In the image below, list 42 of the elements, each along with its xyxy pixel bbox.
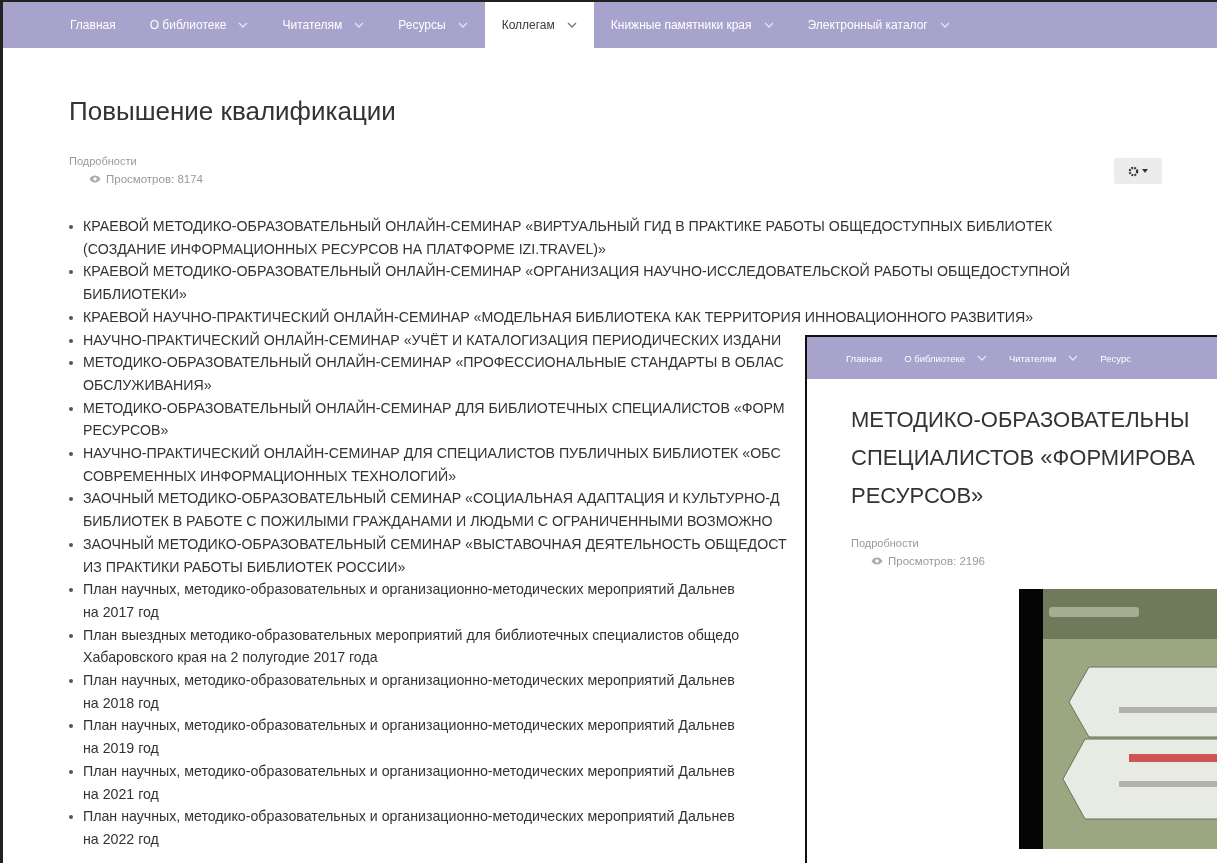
gear-icon xyxy=(1128,165,1139,177)
page-title: Повышение квалификации xyxy=(69,96,397,127)
list-link[interactable]: КРАЕВОЙ МЕТОДИКО-ОБРАЗОВАТЕЛЬНЫЙ ОНЛАЙН-СЕМИНАР «ОРГАНИЗАЦИЯ НАУЧНО-ИССЛЕДОВАТЕЛЬСКОЙ РАБОТЫ ОБЩЕДОСТУПНОЙ БИБЛИОТЕКИ» xyxy=(83,260,1070,306)
bullet-icon xyxy=(69,724,73,729)
details-label: Подробности xyxy=(851,537,920,549)
list-link[interactable]: НАУЧНО-ПРАКТИЧЕСКИЙ ОНЛАЙН-СЕМИНАР ДЛЯ СПЕЦИАЛИСТОВ ПУБЛИЧНЫХ БИБЛИОТЕК «ОБС СОВРЕМЕННЫХ ИНФОРМАЦИОННЫХ ТЕХНОЛОГИЙ» xyxy=(83,442,781,488)
list-link[interactable]: МЕТОДИКО-ОБРАЗОВАТЕЛЬНЫЙ ОНЛАЙН-СЕМИНАР ДЛЯ БИБЛИОТЕЧНЫХ СПЕЦИАЛИСТОВ «ФОРМ РЕСУРСОВ» xyxy=(83,396,785,443)
caret-icon xyxy=(1142,169,1148,173)
list-link[interactable]: НАУЧНО-ПРАКТИЧЕСКИЙ ОНЛАЙН-СЕМИНАР «УЧЁТ И КАТАЛОГИЗАЦИЯ ПЕРИОДИЧЕСКИХ ИЗДАНИ xyxy=(83,328,782,352)
list-link[interactable]: План научных, методико-образовательных и организационно-методических мероприятий Дальнев на 2022 год xyxy=(83,805,735,851)
list-link[interactable]: ЗАОЧНЫЙ МЕТОДИКО-ОБРАЗОВАТЕЛЬНЫЙ СЕМИНАР «СОЦИАЛЬНАЯ АДАПТАЦИЯ И КУЛЬТУРНО-Д БИБЛИОТЕК В РАБОТЕ С ПОЖИЛЫМИ ГРАЖДАНАМИ И ЛЮДЬМИ С ОГРАНИЧЕННЫМИ ВОЗМОЖНО xyxy=(83,487,780,533)
bullet-icon xyxy=(69,452,73,457)
bullet-icon xyxy=(69,679,73,684)
bullet-icon xyxy=(69,497,73,502)
list-link[interactable]: План научных, методико-образовательных и организационно-методических мероприятий Дальнев на 2017 год xyxy=(83,578,735,624)
list-link[interactable]: КРАЕВОЙ НАУЧНО-ПРАКТИЧЕСКИЙ ОНЛАЙН-СЕМИНАР «МОДЕЛЬНАЯ БИБЛИОТЕКА КАК ТЕРРИТОРИЯ ИННОВАЦИОННОГО РАЗВИТИЯ» xyxy=(83,305,1034,329)
views-count: Просмотров: 2196 xyxy=(888,555,985,567)
list-link[interactable]: План научных, методико-образовательных и организационно-методических мероприятий Дальнев на 2021 год xyxy=(83,759,735,806)
bullet-icon xyxy=(69,270,73,275)
bullet-icon xyxy=(69,815,73,820)
list-link[interactable]: МЕТОДИКО-ОБРАЗОВАТЕЛЬНЫЙ ОНЛАЙН-СЕМИНАР «ПРОФЕССИОНАЛЬНЫЕ СТАНДАРТЫ В ОБЛАС ОБСЛУЖИВАНИЯ» xyxy=(83,351,784,397)
list-link[interactable]: План научных, методико-образовательных и организационно-методических мероприятий Дальнев на 2018 год xyxy=(83,669,735,715)
eye-icon xyxy=(89,175,101,183)
bullet-icon xyxy=(69,361,73,366)
bullet-icon xyxy=(69,588,73,593)
list-link[interactable]: КРАЕВОЙ МЕТОДИКО-ОБРАЗОВАТЕЛЬНЫЙ ОНЛАЙН-СЕМИНАР «ВИРТУАЛЬНЫЙ ГИД В ПРАКТИКЕ РАБОТЫ ОБЩЕДОСТУПНЫХ БИБЛИОТЕК (СОЗДАНИЕ ИНФОРМАЦИОННЫХ РЕСУРСОВ НА ПЛАТФОРМЕ IZI.TRAVEL)» xyxy=(83,215,1053,261)
eye-icon xyxy=(871,557,883,565)
nav-tab[interactable]: Коллегам xyxy=(484,2,594,48)
views-count: Просмотров: 8174 xyxy=(106,173,203,185)
bullet-icon xyxy=(69,633,73,638)
bullet-icon xyxy=(69,338,73,343)
bullet-icon xyxy=(69,542,73,547)
list-link[interactable]: План выездных методико-образовательных мероприятий для библиотечных специалистов общедо Хабаровского края на 2 полугодие 2017 года xyxy=(83,623,740,670)
inset-title: МЕТОДИКО-ОБРАЗОВАТЕЛЬНЫ СПЕЦИАЛИСТОВ «ФОРМИРОВА РЕСУРСОВ» xyxy=(851,406,1196,510)
bullet-icon xyxy=(69,315,73,320)
settings-button[interactable] xyxy=(1114,158,1162,184)
bullet-icon xyxy=(69,769,73,774)
bullet-icon xyxy=(69,225,73,229)
list-link[interactable]: ЗАОЧНЫЙ МЕТОДИКО-ОБРАЗОВАТЕЛЬНЫЙ СЕМИНАР «ВЫСТАВОЧНАЯ ДЕЯТЕЛЬНОСТЬ ОБЩЕДОСТ ИЗ ПРАКТИКИ РАБОТЫ БИБЛИОТЕК РОССИИ» xyxy=(83,532,787,579)
details-label: Подробности xyxy=(69,155,138,167)
bullet-icon xyxy=(69,406,73,411)
list-link[interactable]: План научных, методико-образовательных и организационно-методических мероприятий Дальнев на 2019 год xyxy=(83,714,735,760)
